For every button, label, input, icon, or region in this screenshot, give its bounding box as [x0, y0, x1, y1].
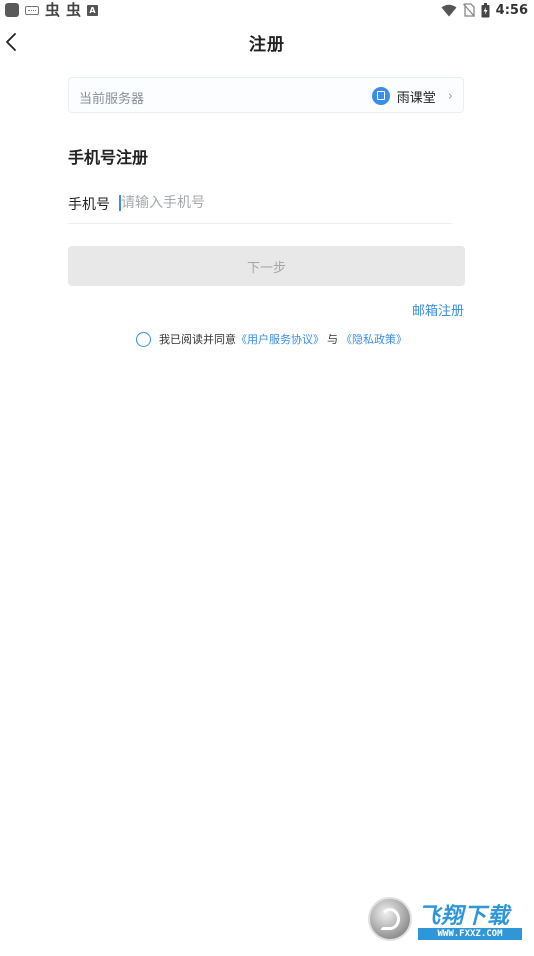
battery-icon — [481, 2, 490, 17]
watermark-logo-icon — [368, 897, 412, 941]
wifi-icon — [441, 4, 457, 16]
status-bar: 虫 虫 A 4:56 — [0, 0, 534, 20]
watermark: 飞翔下载 WWW.FXXZ.COM — [366, 894, 526, 946]
page-title: 注册 — [249, 35, 285, 55]
server-value-group: 雨课堂 › — [371, 86, 453, 106]
section-heading: 手机号注册 — [68, 148, 149, 167]
status-time: 4:56 — [495, 2, 528, 18]
keyboard-icon — [25, 5, 39, 15]
phone-label: 手机号 — [68, 197, 110, 213]
user-agreement-link[interactable]: 《用户服务协议》 — [236, 331, 324, 347]
a-icon: A — [87, 4, 99, 16]
email-register-link[interactable]: 邮箱注册 — [412, 300, 464, 319]
watermark-url: WWW.FXXZ.COM — [418, 928, 522, 940]
watermark-title: 飞翔下载 — [418, 904, 511, 929]
agreement-join-text: 与 — [327, 333, 338, 346]
server-selector[interactable]: 当前服务器 雨课堂 › — [68, 77, 464, 113]
server-value: 雨课堂 — [396, 90, 436, 106]
rain-classroom-logo-icon — [371, 87, 390, 105]
agreement-row: 我已阅读并同意 《用户服务协议》 与 《隐私政策》 — [136, 330, 407, 348]
agreement-checkbox[interactable] — [136, 331, 151, 347]
text-caret — [119, 195, 121, 211]
header: 注册 — [0, 22, 534, 62]
phone-input[interactable] — [119, 192, 441, 214]
status-bar-notifications: 虫 虫 A — [5, 1, 99, 19]
chevron-right-icon: › — [447, 88, 453, 104]
bug-icon: 虫 — [66, 1, 82, 19]
status-bar-system: 4:56 — [441, 1, 528, 19]
server-label: 当前服务器 — [79, 92, 145, 107]
no-sim-icon — [462, 3, 475, 17]
phone-field-row: 手机号 — [68, 185, 452, 224]
privacy-policy-link[interactable]: 《隐私政策》 — [341, 331, 407, 347]
app-icon — [5, 3, 19, 17]
bug-icon: 虫 — [45, 1, 61, 19]
agreement-prefix: 我已阅读并同意 — [159, 333, 236, 346]
next-step-button[interactable]: 下一步 — [68, 246, 465, 286]
